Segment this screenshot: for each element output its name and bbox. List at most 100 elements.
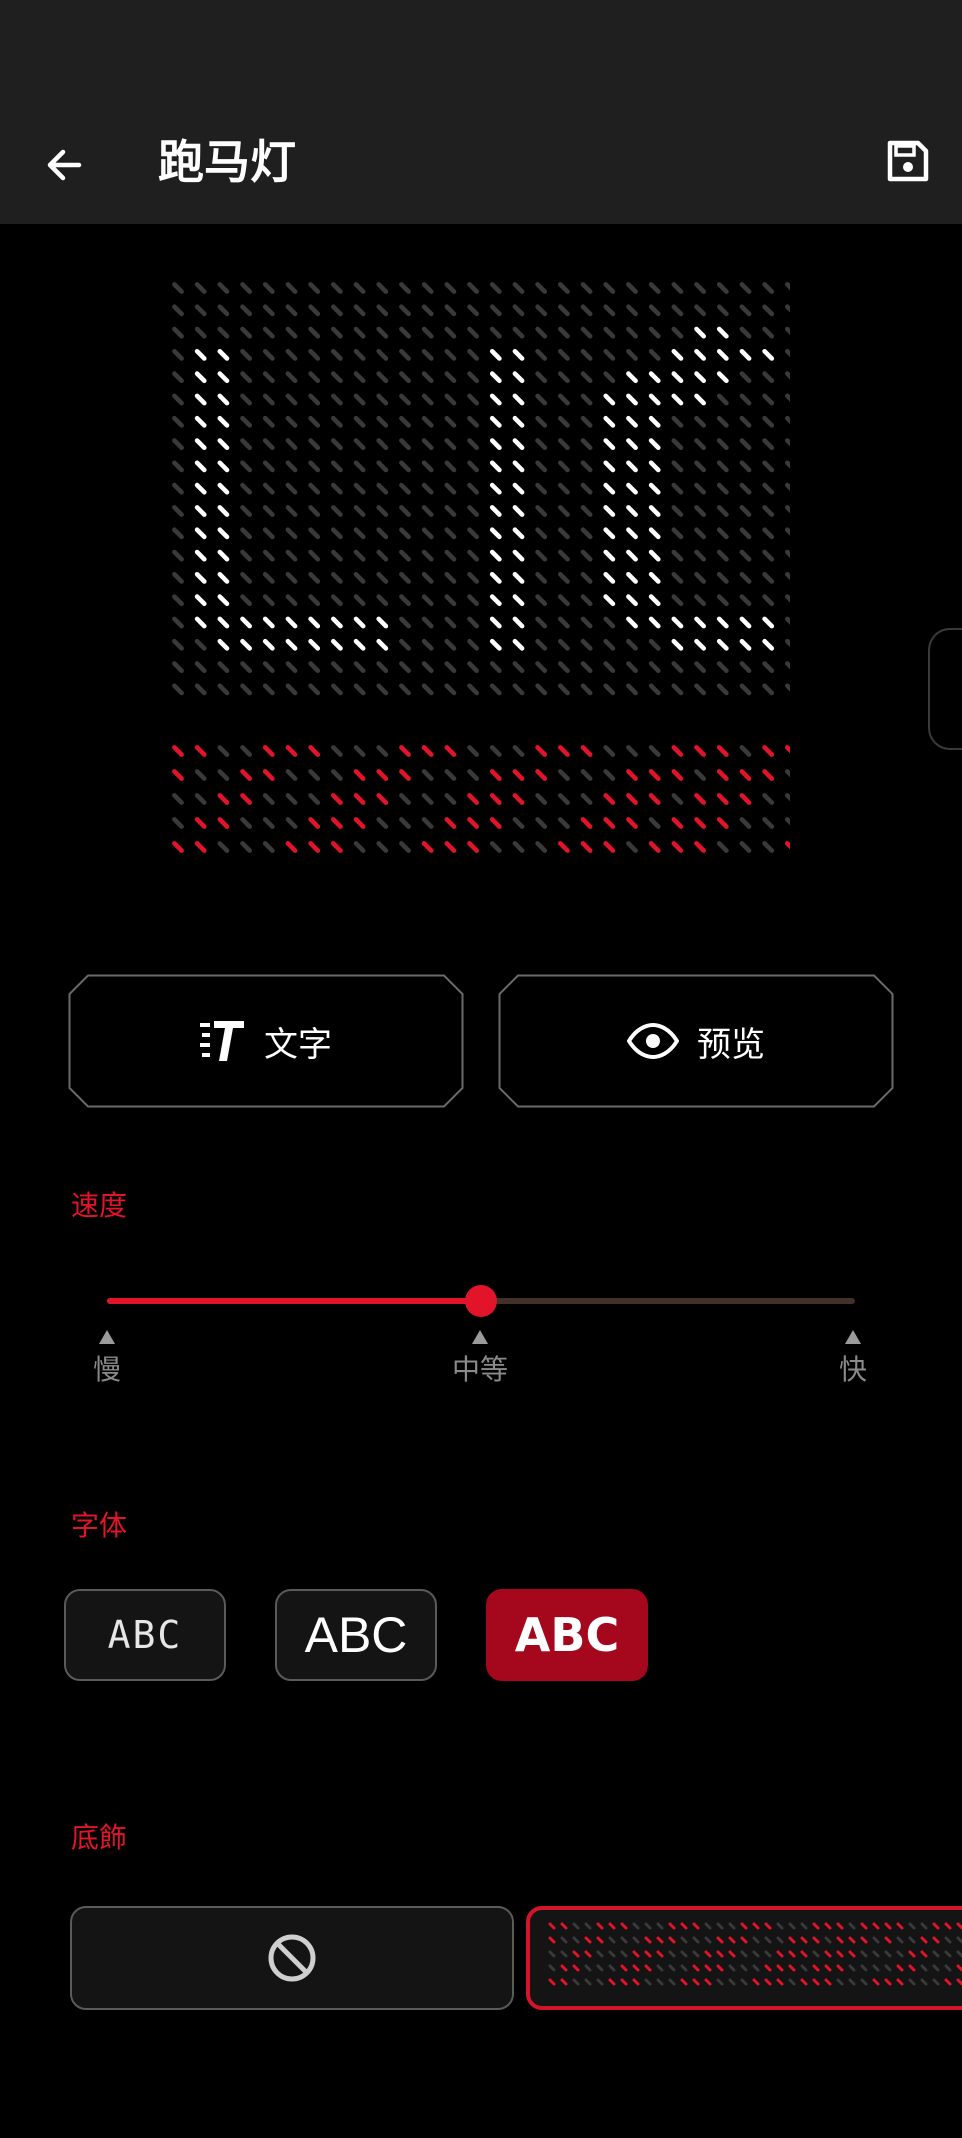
led-dot-off [444, 349, 457, 361]
led-dot-off [421, 304, 434, 317]
led-dot-off [557, 571, 570, 584]
led-dot-off [671, 594, 684, 607]
led-dot-off [331, 371, 343, 384]
led-dot-on [626, 616, 638, 629]
led-dot-on [489, 549, 502, 562]
decoration-option-none[interactable] [70, 1906, 514, 2010]
led-dot-off [467, 282, 480, 294]
led-dot-off [603, 745, 616, 757]
font-option-thin[interactable]: ABC [64, 1589, 226, 1681]
speed-tick-slow[interactable]: 慢 [57, 1330, 157, 1388]
triangle-up-icon [845, 1330, 861, 1344]
led-dot-off [172, 304, 184, 317]
led-dot-off [399, 793, 411, 805]
led-dot-off [739, 460, 752, 473]
led-dot-off [944, 1950, 952, 1958]
led-dot-off [580, 616, 593, 629]
speed-tick-fast[interactable]: 快 [803, 1330, 903, 1388]
led-dot-off [421, 817, 434, 829]
led-dot-on [884, 1936, 892, 1944]
preview-button[interactable]: 预览 [498, 974, 894, 1108]
led-dot-on [776, 1950, 784, 1958]
led-dot-on [353, 616, 366, 629]
led-dot-off [353, 661, 366, 674]
led-dot-off [262, 793, 275, 805]
led-dot-off [716, 415, 729, 428]
led-dot-off [920, 1964, 928, 1972]
led-dot-on [836, 1950, 844, 1958]
led-dot-off [784, 438, 790, 447]
led-dot-off [944, 1964, 952, 1972]
led-dot-off [172, 661, 184, 674]
led-dot-on [512, 549, 525, 562]
led-dot-off [240, 371, 252, 384]
led-dot-off [580, 460, 593, 473]
led-dot-on [603, 841, 616, 853]
led-dot-off [784, 817, 790, 826]
led-dot-on [262, 638, 275, 651]
led-dot-on [489, 438, 502, 450]
led-dot-off [172, 817, 184, 829]
led-dot-off [848, 1922, 856, 1930]
led-dot-on [512, 793, 525, 805]
led-dot-off [467, 326, 480, 339]
led-dot-off [784, 371, 790, 380]
led-dot-off [603, 349, 616, 361]
back-button[interactable] [30, 130, 100, 200]
led-dot-on [716, 1950, 724, 1958]
led-dot-off [353, 527, 366, 540]
led-dot-off [557, 482, 570, 495]
led-dot-off [376, 841, 389, 853]
edge-panel-handle[interactable] [928, 628, 962, 750]
led-dot-off [944, 1936, 952, 1944]
led-dot-off [240, 282, 252, 294]
led-dot-off [580, 438, 593, 450]
led-dot-off [399, 282, 411, 294]
led-dot-off [285, 415, 298, 428]
led-dot-on [656, 1950, 664, 1958]
save-button[interactable] [878, 128, 938, 194]
led-dot-off [262, 683, 275, 696]
decoration-option-pattern[interactable] [526, 1906, 962, 2010]
led-dot-on [739, 793, 752, 805]
font-option-regular[interactable]: ABC [275, 1589, 437, 1681]
font-option-bold[interactable]: ABC [486, 1589, 648, 1681]
led-dot-on [908, 1950, 916, 1958]
led-dot-off [716, 841, 729, 853]
led-dot-on [824, 1978, 832, 1986]
led-dot-off [444, 793, 457, 805]
speed-slider[interactable] [107, 1280, 855, 1320]
speed-tick-medium[interactable]: 中等 [430, 1330, 530, 1388]
led-dot-on [353, 769, 366, 781]
led-dot-on [671, 371, 684, 384]
led-dot-off [172, 616, 184, 629]
slider-thumb[interactable] [465, 1285, 497, 1317]
led-dot-off [331, 527, 343, 540]
text-button[interactable]: 文字 [68, 974, 464, 1108]
led-dot-off [956, 1950, 962, 1958]
led-dot-off [694, 769, 707, 781]
led-dot-on [512, 482, 525, 495]
led-dot-on [489, 415, 502, 428]
led-dot-on [694, 371, 707, 384]
led-dot-off [548, 1964, 556, 1972]
led-dot-off [467, 571, 480, 584]
led-dot-off [262, 594, 275, 607]
led-dot-off [608, 1950, 616, 1958]
led-dot-on [584, 1950, 592, 1958]
led-dot-off [535, 661, 548, 674]
led-dot-off [762, 661, 775, 674]
led-dot-off [172, 793, 184, 805]
led-dot-off [172, 482, 184, 495]
led-dot-off [728, 1978, 736, 1986]
led-dot-off [694, 282, 707, 294]
led-dot-off [376, 505, 389, 517]
led-dot-off [194, 282, 207, 294]
led-dot-on [671, 841, 684, 853]
led-dot-on [788, 1936, 796, 1944]
led-dot-off [557, 817, 570, 829]
led-dot-on [512, 393, 525, 406]
led-dot-off [762, 793, 775, 805]
led-dot-off [535, 482, 548, 495]
led-dot-on [603, 415, 616, 428]
